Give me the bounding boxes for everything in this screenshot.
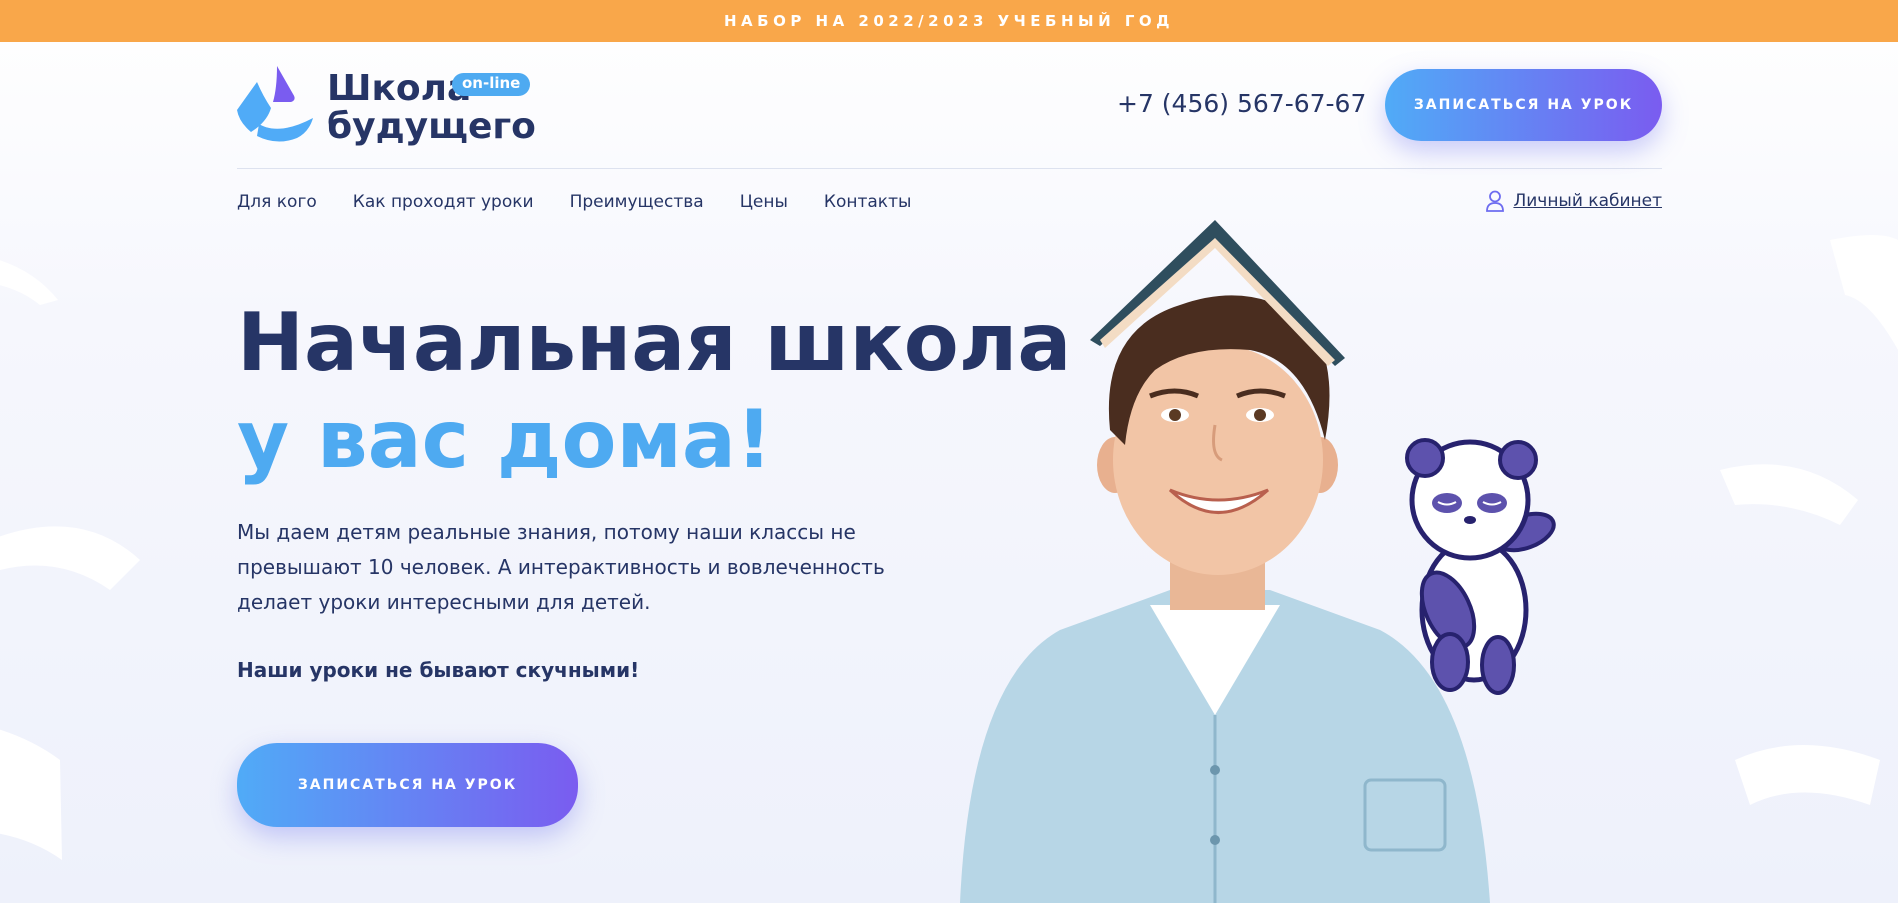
- hero-accent-text: Наши уроки не бывают скучными!: [237, 658, 640, 682]
- panda-mascot: [1405, 438, 1556, 695]
- hero-illustration: [960, 220, 1556, 903]
- hero-title: Начальная школа у вас дома!: [237, 294, 1071, 488]
- nav-item-how-lessons[interactable]: Как проходят уроки: [353, 192, 534, 212]
- logo-title-line1: Школа: [327, 68, 472, 109]
- phone-number[interactable]: +7 (456) 567-67-67: [1117, 89, 1366, 118]
- site-logo[interactable]: Школа будущего on-line: [237, 66, 537, 156]
- hero-title-line1: Начальная школа: [237, 296, 1072, 389]
- user-icon: [1486, 190, 1505, 212]
- announcement-text: НАБОР НА 2022/2023 УЧЕБНЫЙ ГОД: [723, 12, 1175, 30]
- announcement-bar: НАБОР НА 2022/2023 УЧЕБНЫЙ ГОД: [0, 0, 1898, 42]
- account-link-label: Личный кабинет: [1513, 191, 1662, 211]
- main-nav: Для кого Как проходят уроки Преимущества…: [237, 192, 947, 212]
- site-header: Школа будущего on-line +7 (456) 567-67-6…: [237, 42, 1662, 169]
- signup-button-header[interactable]: ЗАПИСАТЬСЯ НА УРОК: [1385, 69, 1662, 141]
- nav-item-contacts[interactable]: Контакты: [824, 192, 912, 212]
- online-badge: on-line: [452, 73, 531, 96]
- hero-description: Мы даем детям реальные знания, потому на…: [237, 520, 885, 614]
- nav-item-advantages[interactable]: Преимущества: [570, 192, 704, 212]
- account-link[interactable]: Личный кабинет: [1486, 190, 1662, 212]
- signup-button-hero[interactable]: ЗАПИСАТЬСЯ НА УРОК: [237, 743, 578, 827]
- nav-item-prices[interactable]: Цены: [740, 192, 788, 212]
- logo-title-line2: будущего: [327, 106, 536, 147]
- school-logo-icon: [237, 66, 313, 142]
- hero-title-line2: у вас дома!: [237, 393, 773, 486]
- nav-item-for-whom[interactable]: Для кого: [237, 192, 317, 212]
